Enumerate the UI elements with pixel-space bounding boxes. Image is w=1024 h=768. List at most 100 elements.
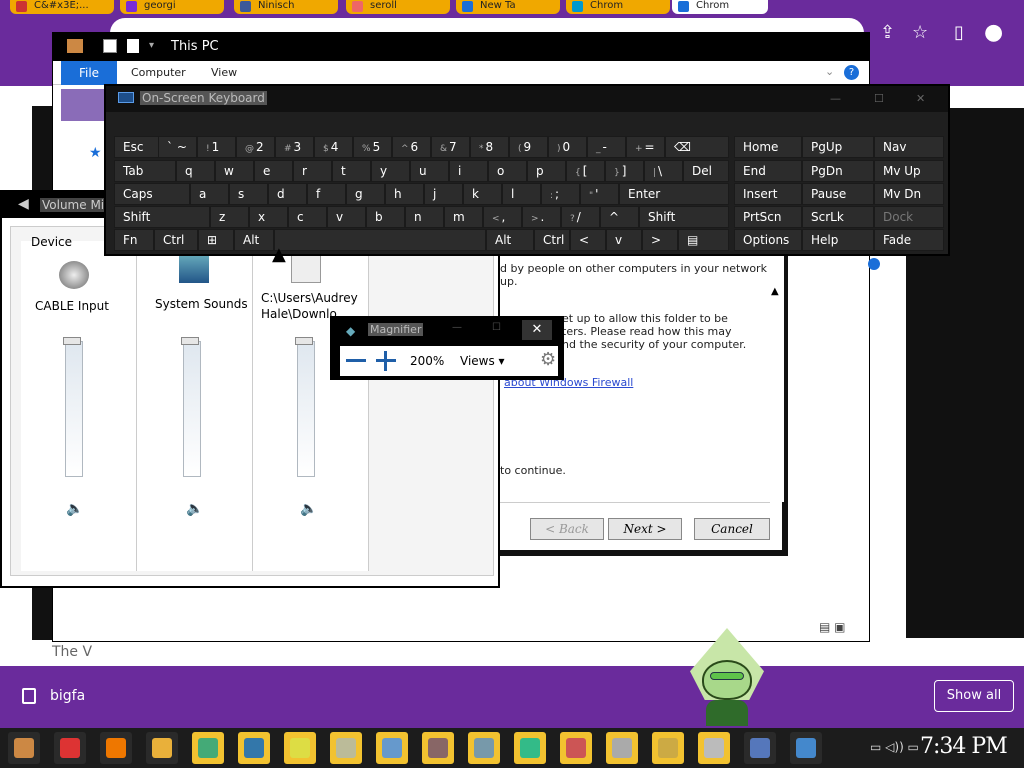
key[interactable]: c bbox=[288, 206, 327, 228]
maximize-button[interactable]: ☐ bbox=[492, 322, 501, 333]
back-button[interactable]: < Back bbox=[530, 518, 604, 540]
nav-key[interactable]: Mv Dn bbox=[874, 183, 944, 205]
key[interactable]: (9 bbox=[509, 136, 548, 158]
nav-key[interactable]: Options bbox=[734, 229, 802, 251]
zoom-out-icon[interactable] bbox=[346, 359, 366, 362]
volume-slider-thumb[interactable] bbox=[63, 337, 81, 345]
magnifier-titlebar[interactable]: ◆ Magnifier — ☐ ✕ bbox=[332, 318, 562, 344]
chrome-icon[interactable] bbox=[54, 732, 86, 764]
file-explorer-icon[interactable] bbox=[146, 732, 178, 764]
maximize-button[interactable]: ☐ bbox=[874, 92, 884, 105]
browser-tab[interactable]: seroll bbox=[346, 0, 450, 14]
system-tray-icons[interactable]: ▭ ◁)) ▭ bbox=[870, 740, 919, 754]
volume-slider-track[interactable] bbox=[183, 341, 201, 477]
browser-tab[interactable]: Chrom bbox=[672, 0, 768, 14]
archive-icon[interactable] bbox=[330, 732, 362, 764]
network-monitor-icon[interactable] bbox=[790, 732, 822, 764]
key[interactable]: ⊞ bbox=[198, 229, 234, 251]
key[interactable]: h bbox=[385, 183, 424, 205]
firefox-icon[interactable] bbox=[100, 732, 132, 764]
key[interactable]: <, bbox=[483, 206, 522, 228]
quick-access-dropdown-icon[interactable]: ▾ bbox=[149, 40, 154, 51]
key[interactable]: ! 1 bbox=[197, 136, 236, 158]
key[interactable]: ^ bbox=[600, 206, 639, 228]
view-mode-icons[interactable]: ▤ ▣ bbox=[819, 620, 846, 634]
computer-icon[interactable] bbox=[468, 732, 500, 764]
key[interactable]: a bbox=[190, 183, 229, 205]
minimize-button[interactable]: — bbox=[830, 92, 841, 105]
key[interactable]: * 8 bbox=[470, 136, 509, 158]
download-filename[interactable]: bigfa bbox=[50, 688, 85, 704]
remote-desktop-icon[interactable] bbox=[744, 732, 776, 764]
nav-key[interactable]: ScrLk bbox=[802, 206, 874, 228]
show-all-button[interactable]: Show all bbox=[934, 680, 1014, 712]
nav-key[interactable]: Pause bbox=[802, 183, 874, 205]
key[interactable]: p bbox=[527, 160, 566, 182]
key[interactable]: y bbox=[371, 160, 410, 182]
start-button-icon[interactable] bbox=[8, 732, 40, 764]
nav-key[interactable]: Mv Up bbox=[874, 160, 944, 182]
key[interactable]: j bbox=[424, 183, 463, 205]
volume-slider-thumb[interactable] bbox=[181, 337, 199, 345]
network-icon[interactable] bbox=[238, 732, 270, 764]
key[interactable]: d bbox=[268, 183, 307, 205]
key[interactable]: t bbox=[332, 160, 371, 182]
browser-tab[interactable]: georgi bbox=[120, 0, 224, 14]
browser-tab[interactable]: New Ta bbox=[456, 0, 560, 14]
volume-slider-track[interactable] bbox=[65, 341, 83, 477]
key[interactable]: + = bbox=[626, 136, 665, 158]
key[interactable]: {[ bbox=[566, 160, 605, 182]
ribbon-file-tab[interactable]: File bbox=[61, 61, 117, 85]
key[interactable]: Alt bbox=[234, 229, 274, 251]
nav-key[interactable]: Nav bbox=[874, 136, 944, 158]
minimize-button[interactable]: — bbox=[452, 322, 462, 333]
key[interactable]: n bbox=[405, 206, 444, 228]
bookmark-star-icon[interactable]: ☆ bbox=[912, 22, 928, 43]
key[interactable]: }] bbox=[605, 160, 644, 182]
key[interactable]: < bbox=[570, 229, 606, 251]
help-icon[interactable]: ? bbox=[844, 65, 859, 80]
disc-icon[interactable] bbox=[606, 732, 638, 764]
ribbon-computer-tab[interactable]: Computer bbox=[131, 66, 186, 79]
printer-icon[interactable] bbox=[698, 732, 730, 764]
nav-key[interactable]: PrtScn bbox=[734, 206, 802, 228]
key[interactable]: > bbox=[642, 229, 678, 251]
key[interactable]: l bbox=[502, 183, 541, 205]
nav-key[interactable]: End bbox=[734, 160, 802, 182]
key[interactable]: ` ~ bbox=[158, 136, 197, 158]
key[interactable]: s bbox=[229, 183, 268, 205]
key[interactable]: w bbox=[215, 160, 254, 182]
key[interactable]: z bbox=[210, 206, 249, 228]
nav-key[interactable]: Help bbox=[802, 229, 874, 251]
key[interactable]: Ctrl bbox=[154, 229, 198, 251]
mute-speaker-icon[interactable]: 🔈 bbox=[66, 501, 83, 517]
key[interactable]: f bbox=[307, 183, 346, 205]
close-button[interactable]: ✕ bbox=[916, 92, 925, 105]
key[interactable]: ⌫ bbox=[665, 136, 729, 158]
paint-icon[interactable] bbox=[376, 732, 408, 764]
close-button[interactable]: ✕ bbox=[522, 320, 552, 340]
key[interactable] bbox=[274, 229, 486, 251]
nav-key[interactable]: PgUp bbox=[802, 136, 874, 158]
mute-speaker-icon[interactable]: 🔈 bbox=[186, 501, 203, 517]
key[interactable]: u bbox=[410, 160, 449, 182]
keys-icon[interactable] bbox=[652, 732, 684, 764]
nav-key[interactable]: Insert bbox=[734, 183, 802, 205]
control-panel-icon[interactable] bbox=[192, 732, 224, 764]
notepad-icon[interactable] bbox=[284, 732, 316, 764]
key[interactable]: Shift bbox=[114, 206, 210, 228]
nav-key[interactable]: PgDn bbox=[802, 160, 874, 182]
cancel-button[interactable]: Cancel bbox=[694, 518, 770, 540]
key[interactable]: % 5 bbox=[353, 136, 392, 158]
key[interactable]: r bbox=[293, 160, 332, 182]
browser-tab[interactable]: Ninisch bbox=[234, 0, 338, 14]
osk-titlebar[interactable]: On-Screen Keyboard — ☐ ✕ bbox=[106, 86, 948, 112]
ribbon-view-tab[interactable]: View bbox=[211, 66, 237, 79]
key[interactable]: o bbox=[488, 160, 527, 182]
key[interactable]: k bbox=[463, 183, 502, 205]
key[interactable]: x bbox=[249, 206, 288, 228]
profile-avatar-icon[interactable]: ● bbox=[984, 20, 1003, 45]
key[interactable]: e bbox=[254, 160, 293, 182]
key[interactable]: & 7 bbox=[431, 136, 470, 158]
wizard-scrollbar[interactable]: ▲ bbox=[768, 252, 784, 502]
